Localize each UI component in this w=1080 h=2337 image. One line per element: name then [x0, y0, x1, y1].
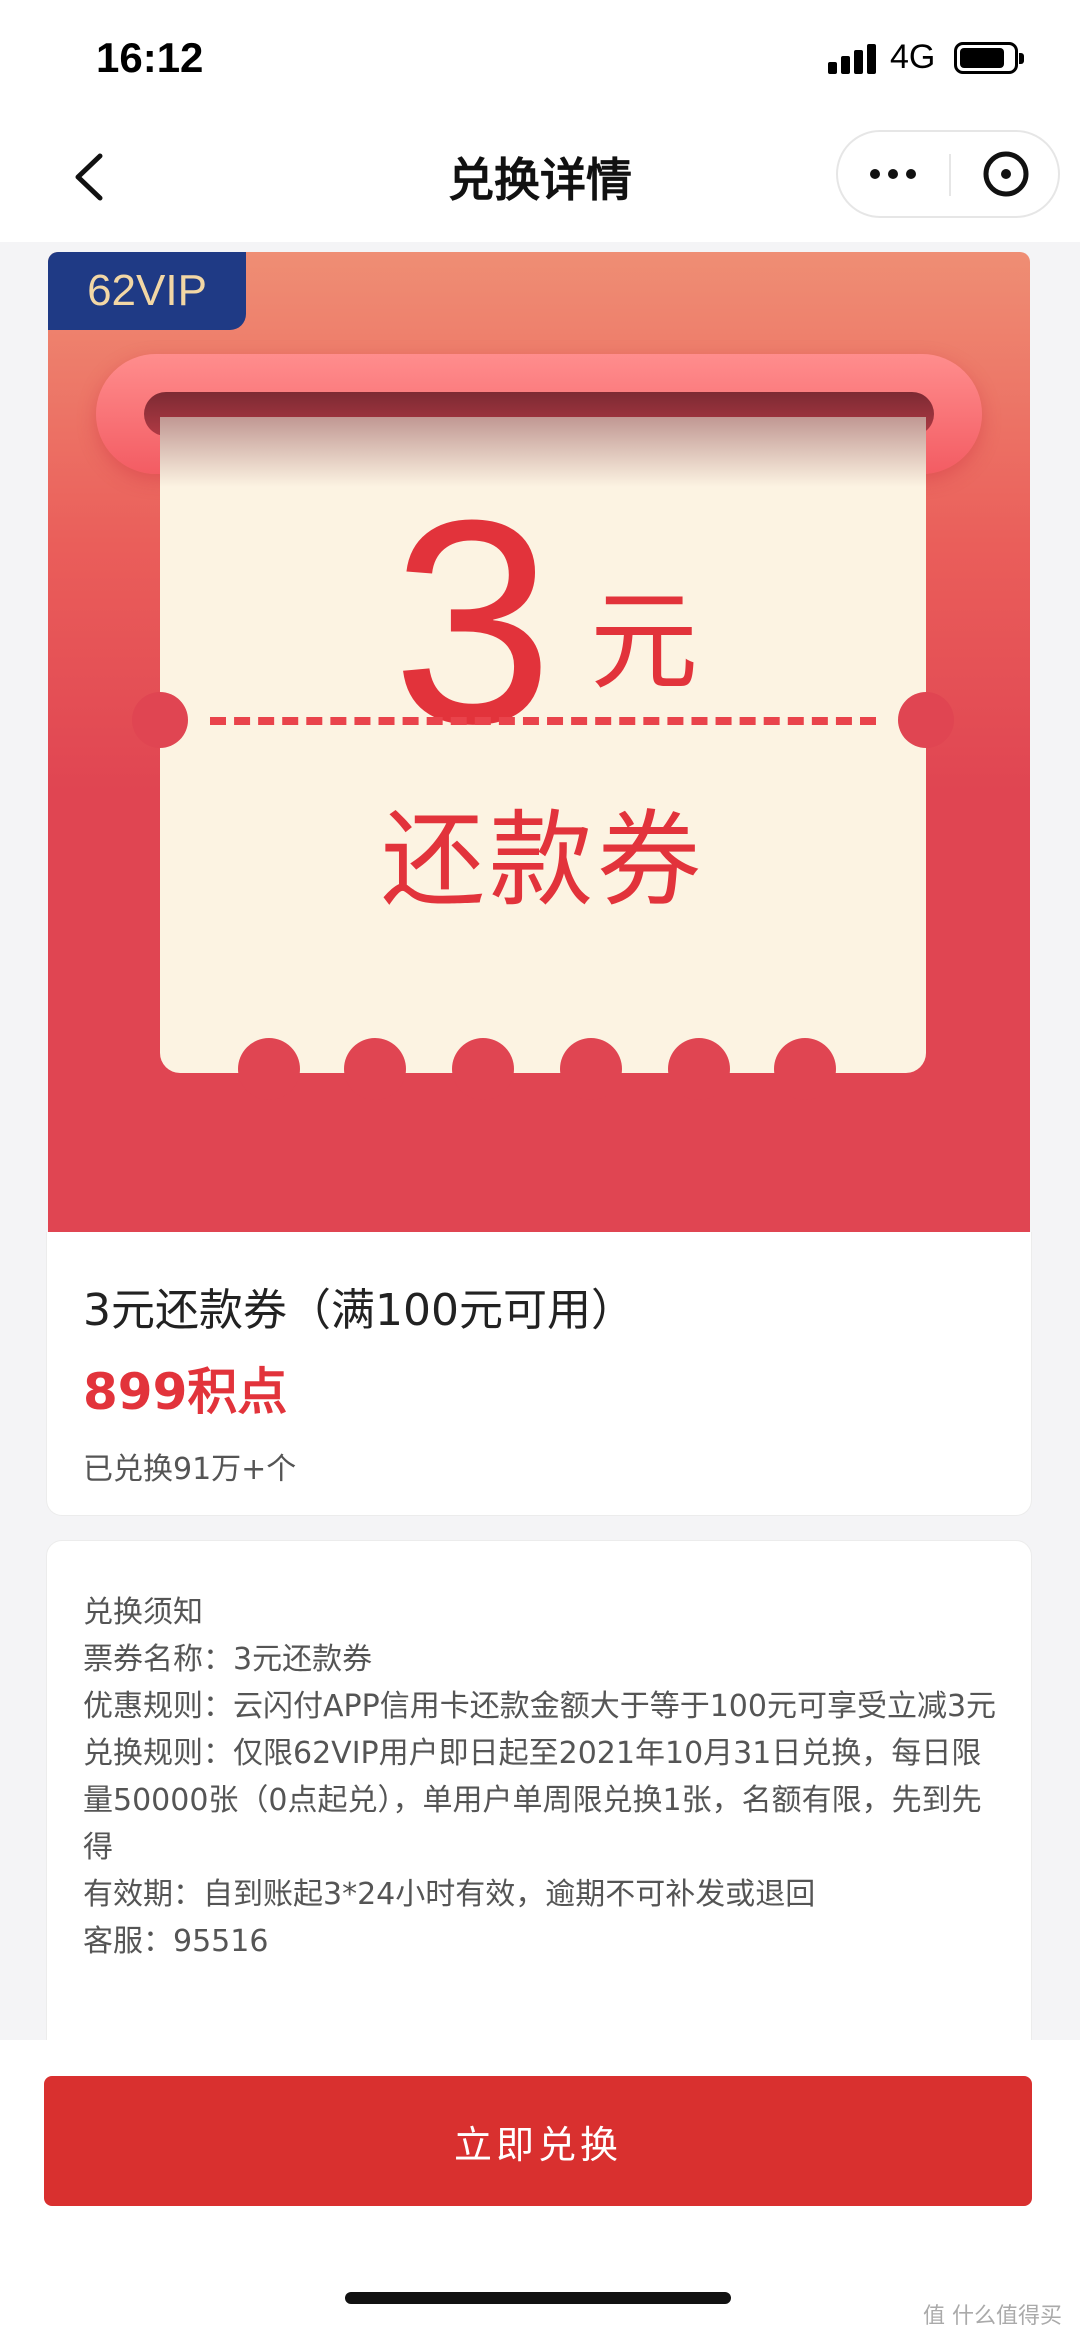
- ticket-dashed-divider: [210, 717, 876, 725]
- nav-bar: 兑换详情: [0, 118, 1080, 242]
- capsule-divider: [949, 154, 951, 196]
- bottom-bar: 立即兑换 值 什么值得买: [0, 2040, 1080, 2337]
- ticket-notch-left: [132, 692, 188, 748]
- battery-icon: [954, 42, 1024, 74]
- more-dots-icon: [870, 169, 916, 179]
- product-price: 899积点: [83, 1363, 288, 1421]
- coupon-banner: 62VIP 3 元 还款券: [48, 252, 1030, 1232]
- home-indicator: [345, 2292, 731, 2304]
- notice-ticket-name: 票券名称：3元还款券: [83, 1642, 373, 1677]
- ticket-scallop: [668, 1038, 730, 1100]
- network-label: 4G: [890, 38, 936, 76]
- signal-icon: [828, 44, 876, 74]
- notice-heading: 兑换须知: [83, 1595, 203, 1630]
- more-button[interactable]: [838, 132, 948, 216]
- product-info-card: 3元还款券（满100元可用） 899积点 已兑换91万+个: [46, 1232, 1032, 1516]
- ticket-scallop: [238, 1038, 300, 1100]
- status-time: 16:12: [96, 34, 204, 81]
- mini-program-capsule: [836, 130, 1060, 218]
- status-bar: 16:12 4G: [0, 0, 1080, 118]
- ticket-notch-right: [898, 692, 954, 748]
- ticket-scallop: [774, 1038, 836, 1100]
- redeem-button[interactable]: 立即兑换: [44, 2076, 1032, 2206]
- notice-validity: 有效期：自到账起3*24小时有效，逾期不可补发或退回: [83, 1877, 816, 1912]
- watermark: 值 什么值得买: [923, 2304, 1062, 2329]
- battery-level: [960, 48, 1004, 68]
- coupon-unit: 元: [590, 580, 699, 705]
- ticket-scallop: [560, 1038, 622, 1100]
- notice-body: 兑换须知 票券名称：3元还款券 优惠规则：云闪付APP信用卡还款金额大于等于10…: [83, 1589, 1003, 1965]
- exchange-notice-card: 兑换须知 票券名称：3元还款券 优惠规则：云闪付APP信用卡还款金额大于等于10…: [46, 1540, 1032, 2060]
- coupon-ticket: 3 元 还款券: [132, 417, 954, 1100]
- notice-discount-rule: 优惠规则：云闪付APP信用卡还款金额大于等于100元可享受立减3元: [83, 1689, 997, 1724]
- coupon-label: 还款券: [380, 799, 705, 921]
- vip-tag: 62VIP: [48, 252, 246, 330]
- sold-count: 已兑换91万+个: [83, 1452, 297, 1487]
- notice-exchange-rule: 兑换规则：仅限62VIP用户即日起至2021年10月31日兑换，每日限量5000…: [83, 1736, 982, 1865]
- ticket-scallop: [344, 1038, 406, 1100]
- close-circle-icon: [983, 151, 1029, 197]
- notice-service: 客服：95516: [83, 1924, 269, 1959]
- page: 16:12 4G 兑换详情 62VIP 3 元 还款券 3元还款券（满100元可…: [0, 0, 1080, 2337]
- close-button[interactable]: [952, 132, 1060, 216]
- product-name: 3元还款券（满100元可用）: [83, 1285, 635, 1336]
- ticket-scallop: [452, 1038, 514, 1100]
